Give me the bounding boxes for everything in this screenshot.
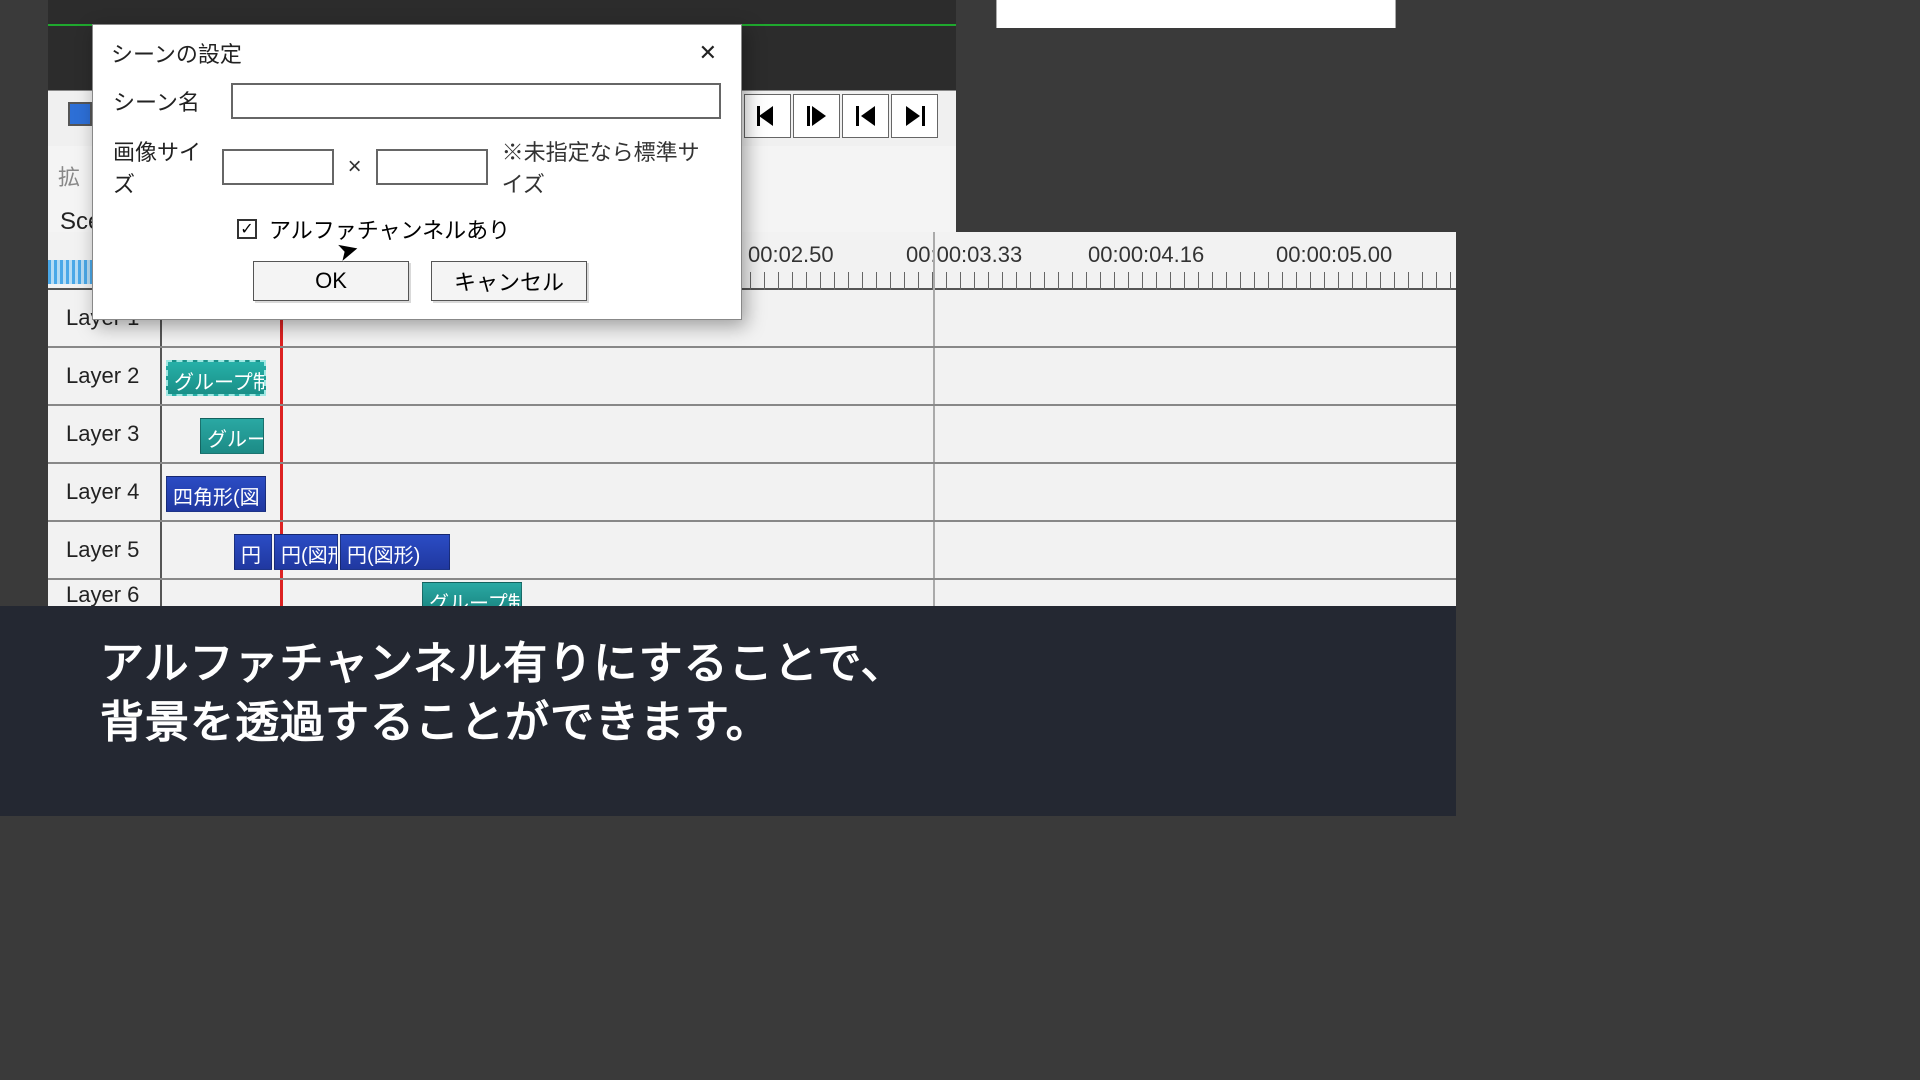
scene-settings-dialog: シーンの設定 ✕ シーン名 画像サイズ × ※未指定なら標準サイズ ✓ アルファ…: [92, 24, 742, 320]
clip-rect[interactable]: 四角形(図: [166, 476, 266, 512]
side-panel-top: [996, 0, 1396, 28]
scene-name-label: シーン名: [113, 85, 217, 117]
image-height-input[interactable]: [376, 149, 488, 185]
layer-row-3[interactable]: Layer 3 グルー: [48, 406, 1456, 464]
playback-nav: [744, 94, 938, 138]
subtitle-line-1: アルファチャンネル有りにすることで、: [100, 634, 1416, 693]
next-frame-button[interactable]: [793, 94, 840, 138]
scene-name-input[interactable]: [231, 83, 721, 119]
close-icon[interactable]: ✕: [691, 40, 725, 66]
layer-label[interactable]: Layer 4: [48, 464, 162, 520]
tick-label: 00:02.50: [748, 242, 834, 268]
tick-label: 00:00:04.16: [1088, 242, 1204, 268]
clip-group[interactable]: グルー: [200, 418, 264, 454]
dialog-title: シーンの設定: [111, 37, 242, 69]
go-start-button[interactable]: [842, 94, 889, 138]
multiply-symbol: ×: [348, 153, 362, 181]
tab-ext-label[interactable]: 拡: [58, 160, 80, 192]
layer-label[interactable]: Layer 5: [48, 522, 162, 578]
prev-frame-button[interactable]: [744, 94, 791, 138]
layer-label[interactable]: Layer 2: [48, 348, 162, 404]
tick-label: 00:00:03.33: [906, 242, 1022, 268]
tick-label: 00:00:05.00: [1276, 242, 1392, 268]
clip-circle[interactable]: 円(図形: [274, 534, 338, 570]
size-note: ※未指定なら標準サイズ: [502, 135, 721, 199]
ok-button[interactable]: OK: [253, 261, 409, 301]
cancel-button[interactable]: キャンセル: [431, 261, 587, 301]
alpha-checkbox[interactable]: ✓: [237, 219, 257, 239]
clip-group[interactable]: グループ制: [166, 360, 266, 396]
subtitle-line-2: 背景を透過することができます。: [100, 693, 1416, 752]
image-width-input[interactable]: [222, 149, 334, 185]
subtitle-bar: アルファチャンネル有りにすることで、 背景を透過することができます。: [0, 606, 1456, 816]
clip-circle[interactable]: 円: [234, 534, 272, 570]
color-swatch[interactable]: [68, 102, 92, 126]
layer-row-5[interactable]: Layer 5 円 円(図形 円(図形): [48, 522, 1456, 580]
go-end-button[interactable]: [891, 94, 938, 138]
layer-label[interactable]: Layer 3: [48, 406, 162, 462]
image-size-label: 画像サイズ: [113, 135, 208, 199]
clip-circle[interactable]: 円(図形): [340, 534, 450, 570]
clip-group[interactable]: グループ制: [422, 582, 522, 608]
alpha-checkbox-label: アルファチャンネルあり: [269, 213, 510, 245]
layer-row-4[interactable]: Layer 4 四角形(図: [48, 464, 1456, 522]
layer-row-2[interactable]: Layer 2 グループ制: [48, 348, 1456, 406]
